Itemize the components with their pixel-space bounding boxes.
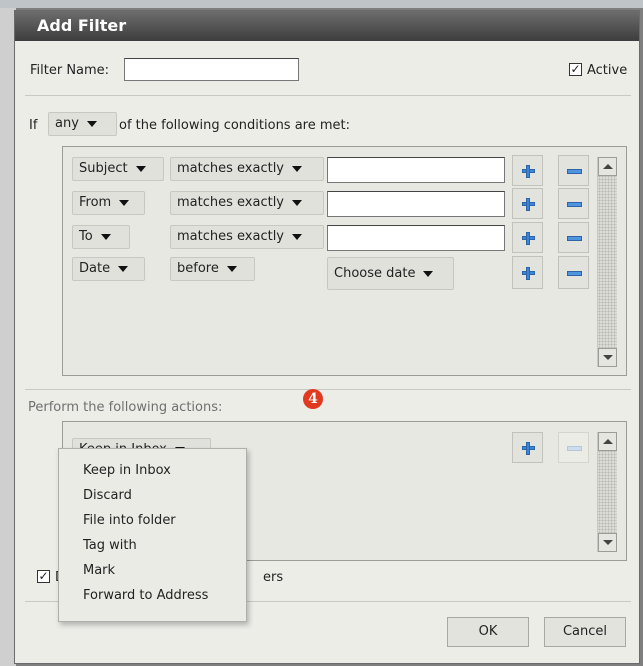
- add-condition-button[interactable]: [512, 188, 543, 219]
- menu-item-keep-in-inbox[interactable]: Keep in Inbox: [83, 463, 171, 478]
- ok-button[interactable]: OK: [447, 617, 529, 647]
- caret-down-icon: [118, 265, 129, 272]
- caret-down-icon: [100, 233, 111, 240]
- condition-value-input[interactable]: [327, 157, 505, 183]
- divider: [25, 95, 631, 96]
- add-action-button[interactable]: [512, 432, 543, 463]
- condition-operator-dropdown[interactable]: before: [170, 257, 255, 281]
- condition-operator-value: before: [177, 261, 219, 276]
- filter-name-input[interactable]: [124, 58, 299, 81]
- caret-down-icon: [292, 165, 302, 172]
- annotation-badge: 4: [303, 389, 323, 409]
- remove-condition-button[interactable]: [558, 155, 589, 186]
- condition-field-value: Date: [79, 261, 111, 276]
- condition-value-input[interactable]: [327, 225, 505, 251]
- dialog-title: Add Filter: [15, 11, 639, 41]
- add-condition-button[interactable]: [512, 222, 543, 253]
- background-window-top: [0, 0, 643, 8]
- active-label: Active: [587, 63, 628, 78]
- filter-name-label: Filter Name:: [30, 63, 110, 78]
- condition-operator-value: matches exactly: [177, 161, 284, 176]
- condition-field-value: From: [79, 195, 112, 210]
- add-condition-button[interactable]: [512, 155, 543, 186]
- action-type-menu: Keep in Inbox Discard File into folder T…: [58, 448, 247, 622]
- condition-value-input[interactable]: [327, 191, 505, 217]
- caret-down-icon: [86, 120, 97, 127]
- condition-field-value: To: [79, 229, 93, 244]
- dont-process-label-end: ers: [263, 570, 284, 585]
- scroll-up-button[interactable]: [598, 432, 617, 451]
- minus-icon: [567, 202, 582, 207]
- menu-item-forward-to-address[interactable]: Forward to Address: [83, 588, 208, 603]
- arrow-down-icon: [603, 540, 613, 545]
- menu-item-tag-with[interactable]: Tag with: [83, 538, 137, 553]
- condition-field-dropdown[interactable]: Date: [72, 257, 145, 281]
- add-condition-button[interactable]: [512, 256, 543, 289]
- conditions-header-text: of the following conditions are met:: [119, 118, 351, 133]
- condition-operator-value: matches exactly: [177, 229, 284, 244]
- remove-condition-button[interactable]: [558, 222, 589, 253]
- caret-down-icon: [292, 199, 302, 206]
- caret-down-icon: [292, 233, 302, 240]
- condition-operator-dropdown[interactable]: matches exactly: [170, 191, 324, 215]
- remove-action-button[interactable]: [558, 432, 589, 463]
- condition-field-dropdown[interactable]: To: [72, 225, 130, 249]
- condition-field-value: Subject: [79, 161, 128, 176]
- if-label: If: [29, 118, 38, 133]
- actions-header: Perform the following actions:: [28, 400, 223, 415]
- condition-field-dropdown[interactable]: From: [72, 191, 145, 215]
- caret-down-icon: [119, 199, 130, 206]
- cancel-button[interactable]: Cancel: [544, 617, 626, 647]
- caret-down-icon: [226, 265, 237, 272]
- choose-date-value: Choose date: [334, 266, 416, 281]
- minus-icon: [567, 169, 582, 174]
- match-type-value: any: [55, 116, 79, 131]
- scroll-down-button[interactable]: [598, 348, 617, 367]
- caret-down-icon: [135, 165, 146, 172]
- minus-icon: [567, 236, 582, 241]
- remove-condition-button[interactable]: [558, 188, 589, 219]
- minus-icon: [567, 446, 582, 451]
- caret-down-icon: [423, 270, 434, 277]
- arrow-down-icon: [603, 355, 613, 360]
- menu-item-file-into-folder[interactable]: File into folder: [83, 513, 176, 528]
- condition-operator-value: matches exactly: [177, 195, 284, 210]
- arrow-up-icon: [603, 164, 613, 169]
- remove-condition-button[interactable]: [558, 256, 589, 289]
- condition-operator-dropdown[interactable]: matches exactly: [170, 225, 324, 249]
- condition-field-dropdown[interactable]: Subject: [72, 157, 164, 181]
- menu-item-mark[interactable]: Mark: [83, 563, 115, 578]
- minus-icon: [567, 271, 582, 276]
- arrow-up-icon: [603, 439, 613, 444]
- dont-process-checkbox[interactable]: ✓: [37, 570, 50, 583]
- menu-item-discard[interactable]: Discard: [83, 488, 132, 503]
- conditions-scrollbar[interactable]: [597, 157, 617, 367]
- actions-scrollbar[interactable]: [597, 432, 617, 552]
- scroll-up-button[interactable]: [598, 157, 617, 176]
- active-checkbox[interactable]: ✓: [569, 63, 582, 76]
- conditions-panel: Subject matches exactly From matches exa…: [62, 146, 627, 376]
- divider: [25, 389, 631, 390]
- match-type-dropdown[interactable]: any: [48, 112, 117, 136]
- condition-operator-dropdown[interactable]: matches exactly: [170, 157, 324, 181]
- scroll-down-button[interactable]: [598, 533, 617, 552]
- choose-date-dropdown[interactable]: Choose date: [327, 257, 454, 290]
